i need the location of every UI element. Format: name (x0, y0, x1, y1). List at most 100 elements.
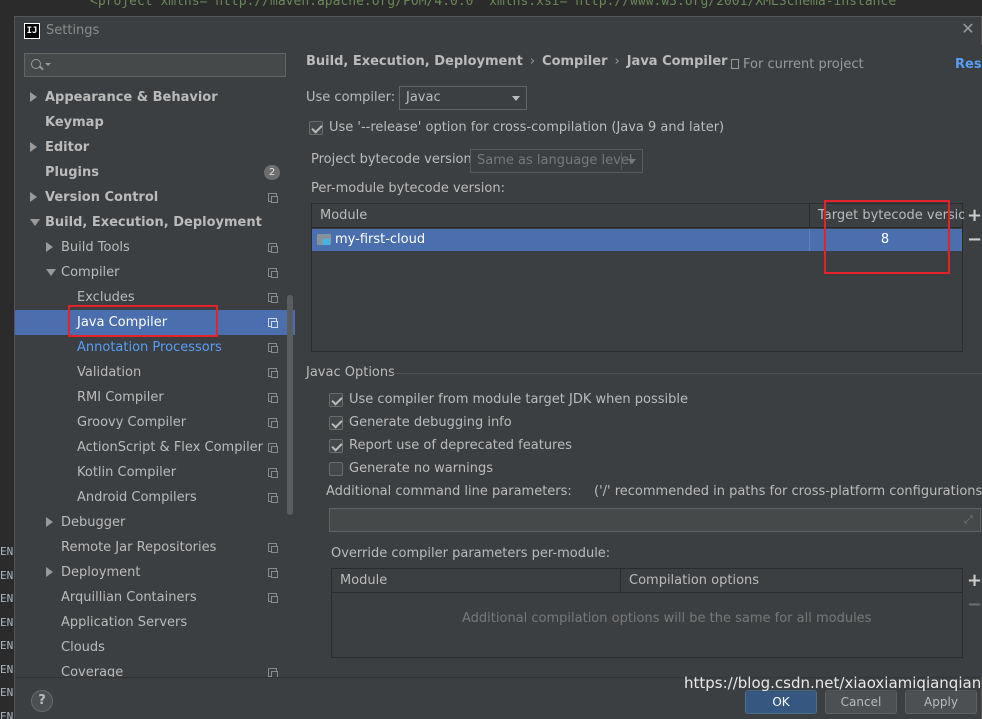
reset-link[interactable]: Rese (955, 57, 982, 72)
remove-module-button[interactable]: − (967, 231, 982, 249)
option-label: Generate debugging info (349, 415, 512, 430)
sidebar-item-groovy-compiler[interactable]: Groovy Compiler (15, 410, 295, 435)
breadcrumb-item: Java Compiler (626, 54, 728, 69)
sidebar-item-debugger[interactable]: Debugger (15, 510, 295, 535)
chevron-right-icon[interactable] (30, 92, 37, 102)
sidebar-item-label: Annotation Processors (77, 340, 222, 355)
chevron-right-icon[interactable] (30, 142, 37, 152)
add-module-button[interactable]: + (967, 207, 982, 225)
project-bytecode-select[interactable]: Same as language level (470, 149, 643, 173)
sidebar-item-clouds[interactable]: Clouds (15, 635, 295, 660)
sidebar-item-version-control[interactable]: Version Control (15, 185, 295, 210)
column-header-module[interactable]: Module (320, 204, 800, 228)
sidebar-item-plugins[interactable]: Plugins 2 (15, 160, 295, 185)
sidebar-item-deployment[interactable]: Deployment (15, 560, 295, 585)
sidebar-scrollbar[interactable] (287, 295, 293, 515)
chevron-down-icon[interactable] (46, 269, 56, 276)
sidebar-item-appearance-behavior[interactable]: Appearance & Behavior (15, 85, 295, 110)
title-bar[interactable]: IJ Settings ✕ (15, 17, 981, 45)
option-checkbox[interactable] (329, 393, 343, 407)
project-settings-icon (268, 318, 278, 328)
option-label: Generate no warnings (349, 461, 494, 476)
chevron-right-icon[interactable] (46, 567, 53, 577)
chevron-right-icon[interactable] (46, 517, 53, 527)
sidebar-item-label: ActionScript & Flex Compiler (77, 440, 264, 455)
watermark-text: https://blog.csdn.net/xiaoxiamiqianqian (684, 674, 982, 692)
sidebar-item-actionscript-flex-compiler[interactable]: ActionScript & Flex Compiler (15, 435, 295, 460)
additional-params-field[interactable]: ⤢ (329, 508, 981, 532)
sidebar-item-keymap[interactable]: Keymap (15, 110, 295, 135)
background-editor: <project xmlns="http://maven.apache.org/… (0, 0, 982, 16)
sidebar-item-label: Editor (45, 140, 90, 155)
apply-button[interactable]: Apply (905, 690, 977, 714)
ok-button[interactable]: OK (745, 690, 817, 714)
expand-icon[interactable]: ⤢ (964, 514, 976, 526)
search-icon (29, 56, 45, 72)
sidebar-item-label: Remote Jar Repositories (61, 540, 217, 555)
settings-dialog: IJ Settings ✕ Appearance & Behavior Keyma… (14, 16, 982, 719)
breadcrumb-separator: › (614, 54, 620, 69)
add-override-button[interactable]: + (967, 572, 982, 590)
sidebar-item-compiler[interactable]: Compiler (15, 260, 295, 285)
module-folder-icon (317, 234, 331, 245)
option-checkbox[interactable] (329, 416, 343, 430)
release-option-checkbox[interactable] (309, 121, 323, 135)
sidebar-item-rmi-compiler[interactable]: RMI Compiler (15, 385, 295, 410)
use-compiler-select[interactable]: Javac (399, 86, 527, 110)
override-label: Override compiler parameters per-module: (331, 546, 611, 561)
column-header-module[interactable]: Module (340, 569, 610, 593)
highlight-java-compiler (68, 305, 218, 337)
sidebar-item-label: Appearance & Behavior (45, 90, 218, 105)
option-checkbox[interactable] (329, 439, 343, 453)
sidebar-item-application-servers[interactable]: Application Servers (15, 610, 295, 635)
empty-table-text: Additional compilation options will be t… (462, 611, 872, 626)
column-header-options[interactable]: Compilation options (629, 569, 949, 593)
sidebar-item-label: Clouds (61, 640, 105, 655)
window-title: Settings (46, 23, 100, 38)
chevron-right-icon[interactable] (30, 192, 37, 202)
breadcrumb-separator: › (529, 54, 536, 69)
project-settings-icon (268, 243, 278, 253)
settings-sidebar: Appearance & Behavior Keymap Editor Plugins… (15, 45, 295, 680)
sidebar-item-label: Debugger (61, 515, 126, 530)
project-settings-icon (268, 343, 278, 353)
updates-badge: 2 (264, 165, 280, 180)
sidebar-item-android-compilers[interactable]: Android Compilers (15, 485, 295, 510)
section-divider (393, 373, 982, 374)
sidebar-item-build-execution-deployment[interactable]: Build, Execution, Deployment (15, 210, 295, 235)
project-settings-icon (268, 368, 278, 378)
sidebar-item-label: Android Compilers (77, 490, 197, 505)
sidebar-item-label: Plugins (45, 165, 99, 180)
breadcrumb-item: Build, Execution, Deployment (306, 54, 523, 69)
sidebar-item-label: Arquillian Containers (61, 590, 197, 605)
chevron-down-icon[interactable] (30, 219, 40, 226)
help-button[interactable]: ? (31, 690, 53, 712)
chevron-right-icon[interactable] (46, 242, 53, 252)
sidebar-item-kotlin-compiler[interactable]: Kotlin Compiler (15, 460, 295, 485)
chevron-down-icon (628, 159, 636, 164)
sidebar-item-label: Version Control (45, 190, 159, 205)
close-icon[interactable]: ✕ (959, 20, 977, 38)
highlight-target-bytecode (824, 200, 950, 274)
additional-params-label: Additional command line parameters: (326, 484, 572, 499)
project-settings-icon (268, 393, 278, 403)
sidebar-item-build-tools[interactable]: Build Tools (15, 235, 295, 260)
project-settings-icon (268, 193, 278, 203)
sidebar-item-remote-jar-repositories[interactable]: Remote Jar Repositories (15, 535, 295, 560)
scope-text: For current project (743, 57, 864, 72)
option-checkbox[interactable] (329, 462, 343, 476)
sidebar-item-validation[interactable]: Validation (15, 360, 295, 385)
sidebar-item-annotation-processors[interactable]: Annotation Processors (15, 335, 295, 360)
sidebar-item-editor[interactable]: Editor (15, 135, 295, 160)
java-compiler-page: Build, Execution, Deployment › Compiler › Ja… (295, 45, 982, 677)
project-settings-icon (268, 543, 278, 553)
project-bytecode-value: Same as language level (477, 153, 633, 168)
remove-override-button[interactable]: − (967, 596, 982, 614)
cancel-button[interactable]: Cancel (825, 690, 897, 714)
search-input[interactable] (24, 53, 286, 77)
project-settings-icon (268, 493, 278, 503)
sidebar-item-label: Application Servers (61, 615, 188, 630)
project-settings-icon (268, 593, 278, 603)
sidebar-item-arquillian-containers[interactable]: Arquillian Containers (15, 585, 295, 610)
sidebar-item-label: Deployment (61, 565, 141, 580)
